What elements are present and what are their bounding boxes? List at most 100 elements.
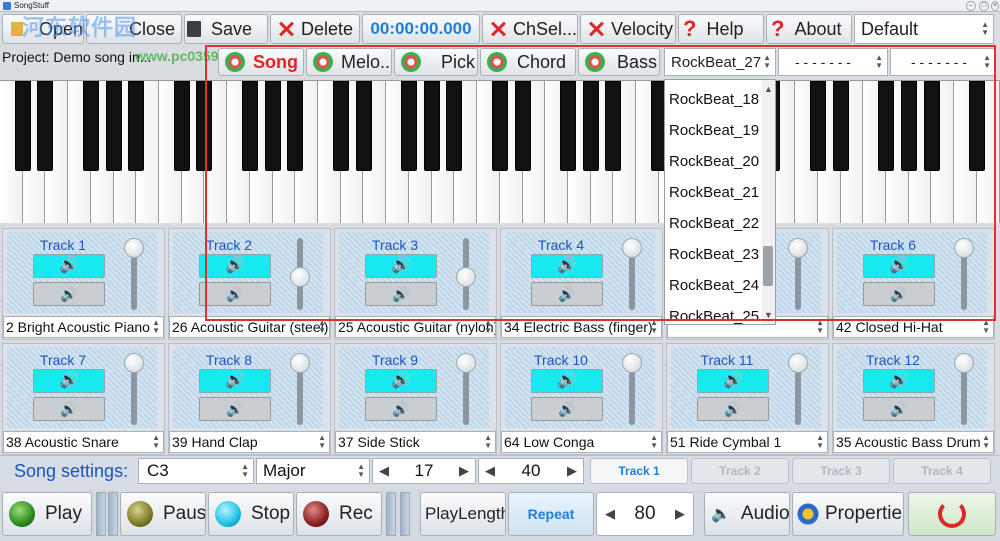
instrument-select[interactable]: 35 Acoustic Bass Drum ▲ ▼ [833, 431, 994, 453]
solo-toggle[interactable]: 🔊 [33, 397, 105, 421]
instrument-select[interactable]: 64 Low Conga ▲ ▼ [501, 431, 662, 453]
black-key[interactable] [332, 81, 349, 171]
stepper-1[interactable]: ◀ 17 ▶ [372, 458, 476, 484]
mute-toggle[interactable]: 🔊 [33, 254, 105, 278]
black-key[interactable] [968, 81, 985, 171]
black-key[interactable] [809, 81, 826, 171]
save-button[interactable]: Save [184, 14, 268, 44]
dropdown-option[interactable]: RockBeat_23 [669, 246, 759, 263]
black-key[interactable] [196, 81, 213, 171]
mute-toggle[interactable]: 🔊 [365, 369, 437, 393]
audio-button[interactable]: 🔈 Audio [704, 492, 790, 536]
tab-pick[interactable]: Pick [394, 48, 478, 76]
scroll-up-icon[interactable]: ▲ [764, 84, 773, 94]
volume-slider-knob[interactable] [456, 353, 476, 373]
tab-chord[interactable]: Chord [480, 48, 576, 76]
black-key[interactable] [241, 81, 258, 171]
volume-slider-knob[interactable] [788, 238, 808, 258]
mute-toggle[interactable]: 🔊 [365, 254, 437, 278]
black-key[interactable] [605, 81, 622, 171]
solo-toggle[interactable]: 🔊 [863, 397, 935, 421]
solo-toggle[interactable]: 🔊 [863, 282, 935, 306]
instrument-select[interactable]: 42 Closed Hi-Hat ▲ ▼ [833, 316, 994, 338]
tab-bass[interactable]: Bass [578, 48, 660, 76]
black-key[interactable] [287, 81, 304, 171]
scale-select[interactable]: Major ▲ ▼ [256, 458, 370, 484]
black-key[interactable] [582, 81, 599, 171]
dropdown-option[interactable]: RockBeat_20 [669, 153, 759, 170]
solo-toggle[interactable]: 🔊 [531, 282, 603, 306]
tempo-stepper[interactable]: ◀ 80 ▶ [596, 492, 694, 536]
black-key[interactable] [923, 81, 940, 171]
repeat-button[interactable]: Repeat [508, 492, 594, 536]
volume-slider-knob[interactable] [622, 238, 642, 258]
volume-slider-knob[interactable] [788, 353, 808, 373]
instrument-select[interactable]: 51 Ride Cymbal 1 ▲ ▼ [667, 431, 828, 453]
rec-button[interactable]: Rec [296, 492, 382, 536]
black-key[interactable] [560, 81, 576, 171]
increment-icon[interactable]: ▶ [459, 463, 469, 479]
instrument-select[interactable]: 25 Acoustic Guitar (nylon) ▲ ▼ [335, 316, 496, 338]
help-button[interactable]: ? Help [678, 14, 764, 44]
close-window-icon[interactable]: × [991, 1, 999, 11]
mute-toggle[interactable]: 🔊 [531, 369, 603, 393]
track-tab-1[interactable]: Track 1 [590, 458, 688, 484]
mute-toggle[interactable]: 🔊 [199, 254, 271, 278]
black-key[interactable] [355, 81, 372, 171]
black-key[interactable] [264, 81, 281, 171]
stop-button[interactable]: Stop [208, 492, 294, 536]
dropdown-option[interactable]: RockBeat_22 [669, 215, 759, 232]
key-select[interactable]: C3 ▲ ▼ [138, 458, 254, 484]
chsel-button[interactable]: ChSel... [482, 14, 578, 44]
volume-slider-knob[interactable] [124, 353, 144, 373]
rhythm-select[interactable]: RockBeat_27 ▲ ▼ [664, 48, 776, 76]
pause-button[interactable]: Pause [120, 492, 206, 536]
instrument-select[interactable]: 26 Acoustic Guitar (steel) ▲ ▼ [169, 316, 330, 338]
black-key[interactable] [105, 81, 122, 171]
properties-button[interactable]: Properties [792, 492, 904, 536]
track-tab-3[interactable]: Track 3 [792, 458, 890, 484]
black-key[interactable] [128, 81, 145, 171]
mute-toggle[interactable]: 🔊 [697, 369, 769, 393]
mute-toggle[interactable]: 🔊 [863, 369, 935, 393]
black-key[interactable] [491, 81, 508, 171]
dropdown-option[interactable]: RockBeat_18 [669, 91, 759, 108]
instrument-select[interactable]: 34 Electric Bass (finger) ▲ ▼ [501, 316, 662, 338]
volume-slider-knob[interactable] [290, 266, 310, 287]
track-tab-4[interactable]: Track 4 [893, 458, 991, 484]
black-key[interactable] [14, 81, 31, 171]
dropdown-scrollbar[interactable]: ▲ ▼ [762, 80, 775, 324]
decrement-icon[interactable]: ◀ [485, 463, 495, 479]
mute-toggle[interactable]: 🔊 [33, 369, 105, 393]
dropdown-option[interactable]: RockBeat_25 [669, 308, 759, 325]
black-key[interactable] [82, 81, 99, 171]
instrument-select[interactable]: 38 Acoustic Snare ▲ ▼ [3, 431, 164, 453]
dropdown-option[interactable]: RockBeat_19 [669, 122, 759, 139]
scroll-down-icon[interactable]: ▼ [764, 310, 773, 320]
maximize-icon[interactable]: □ [979, 1, 989, 11]
power-button[interactable] [908, 492, 996, 536]
playlength-button[interactable]: PlayLength [420, 492, 506, 536]
tab-song[interactable]: Song [218, 48, 304, 76]
velocity-button[interactable]: Velocity [580, 14, 676, 44]
pattern-select-3[interactable]: - - - - - - - ▲ ▼ [890, 48, 996, 76]
solo-toggle[interactable]: 🔊 [199, 397, 271, 421]
solo-toggle[interactable]: 🔊 [365, 282, 437, 306]
instrument-select[interactable]: 39 Hand Clap ▲ ▼ [169, 431, 330, 453]
solo-toggle[interactable]: 🔊 [531, 397, 603, 421]
decrement-icon[interactable]: ◀ [605, 506, 615, 522]
black-key[interactable] [173, 81, 190, 171]
black-key[interactable] [446, 81, 463, 171]
solo-toggle[interactable]: 🔊 [697, 397, 769, 421]
volume-slider-knob[interactable] [954, 353, 974, 373]
black-key[interactable] [37, 81, 54, 171]
black-key[interactable] [400, 81, 417, 171]
pattern-select-2[interactable]: - - - - - - - ▲ ▼ [778, 48, 888, 76]
black-key[interactable] [423, 81, 440, 171]
solo-toggle[interactable]: 🔊 [365, 397, 437, 421]
decrement-icon[interactable]: ◀ [379, 463, 389, 479]
black-key[interactable] [514, 81, 531, 171]
preset-select[interactable]: Default ▲ ▼ [854, 14, 994, 44]
volume-slider-knob[interactable] [622, 353, 642, 373]
black-key[interactable] [878, 81, 895, 171]
